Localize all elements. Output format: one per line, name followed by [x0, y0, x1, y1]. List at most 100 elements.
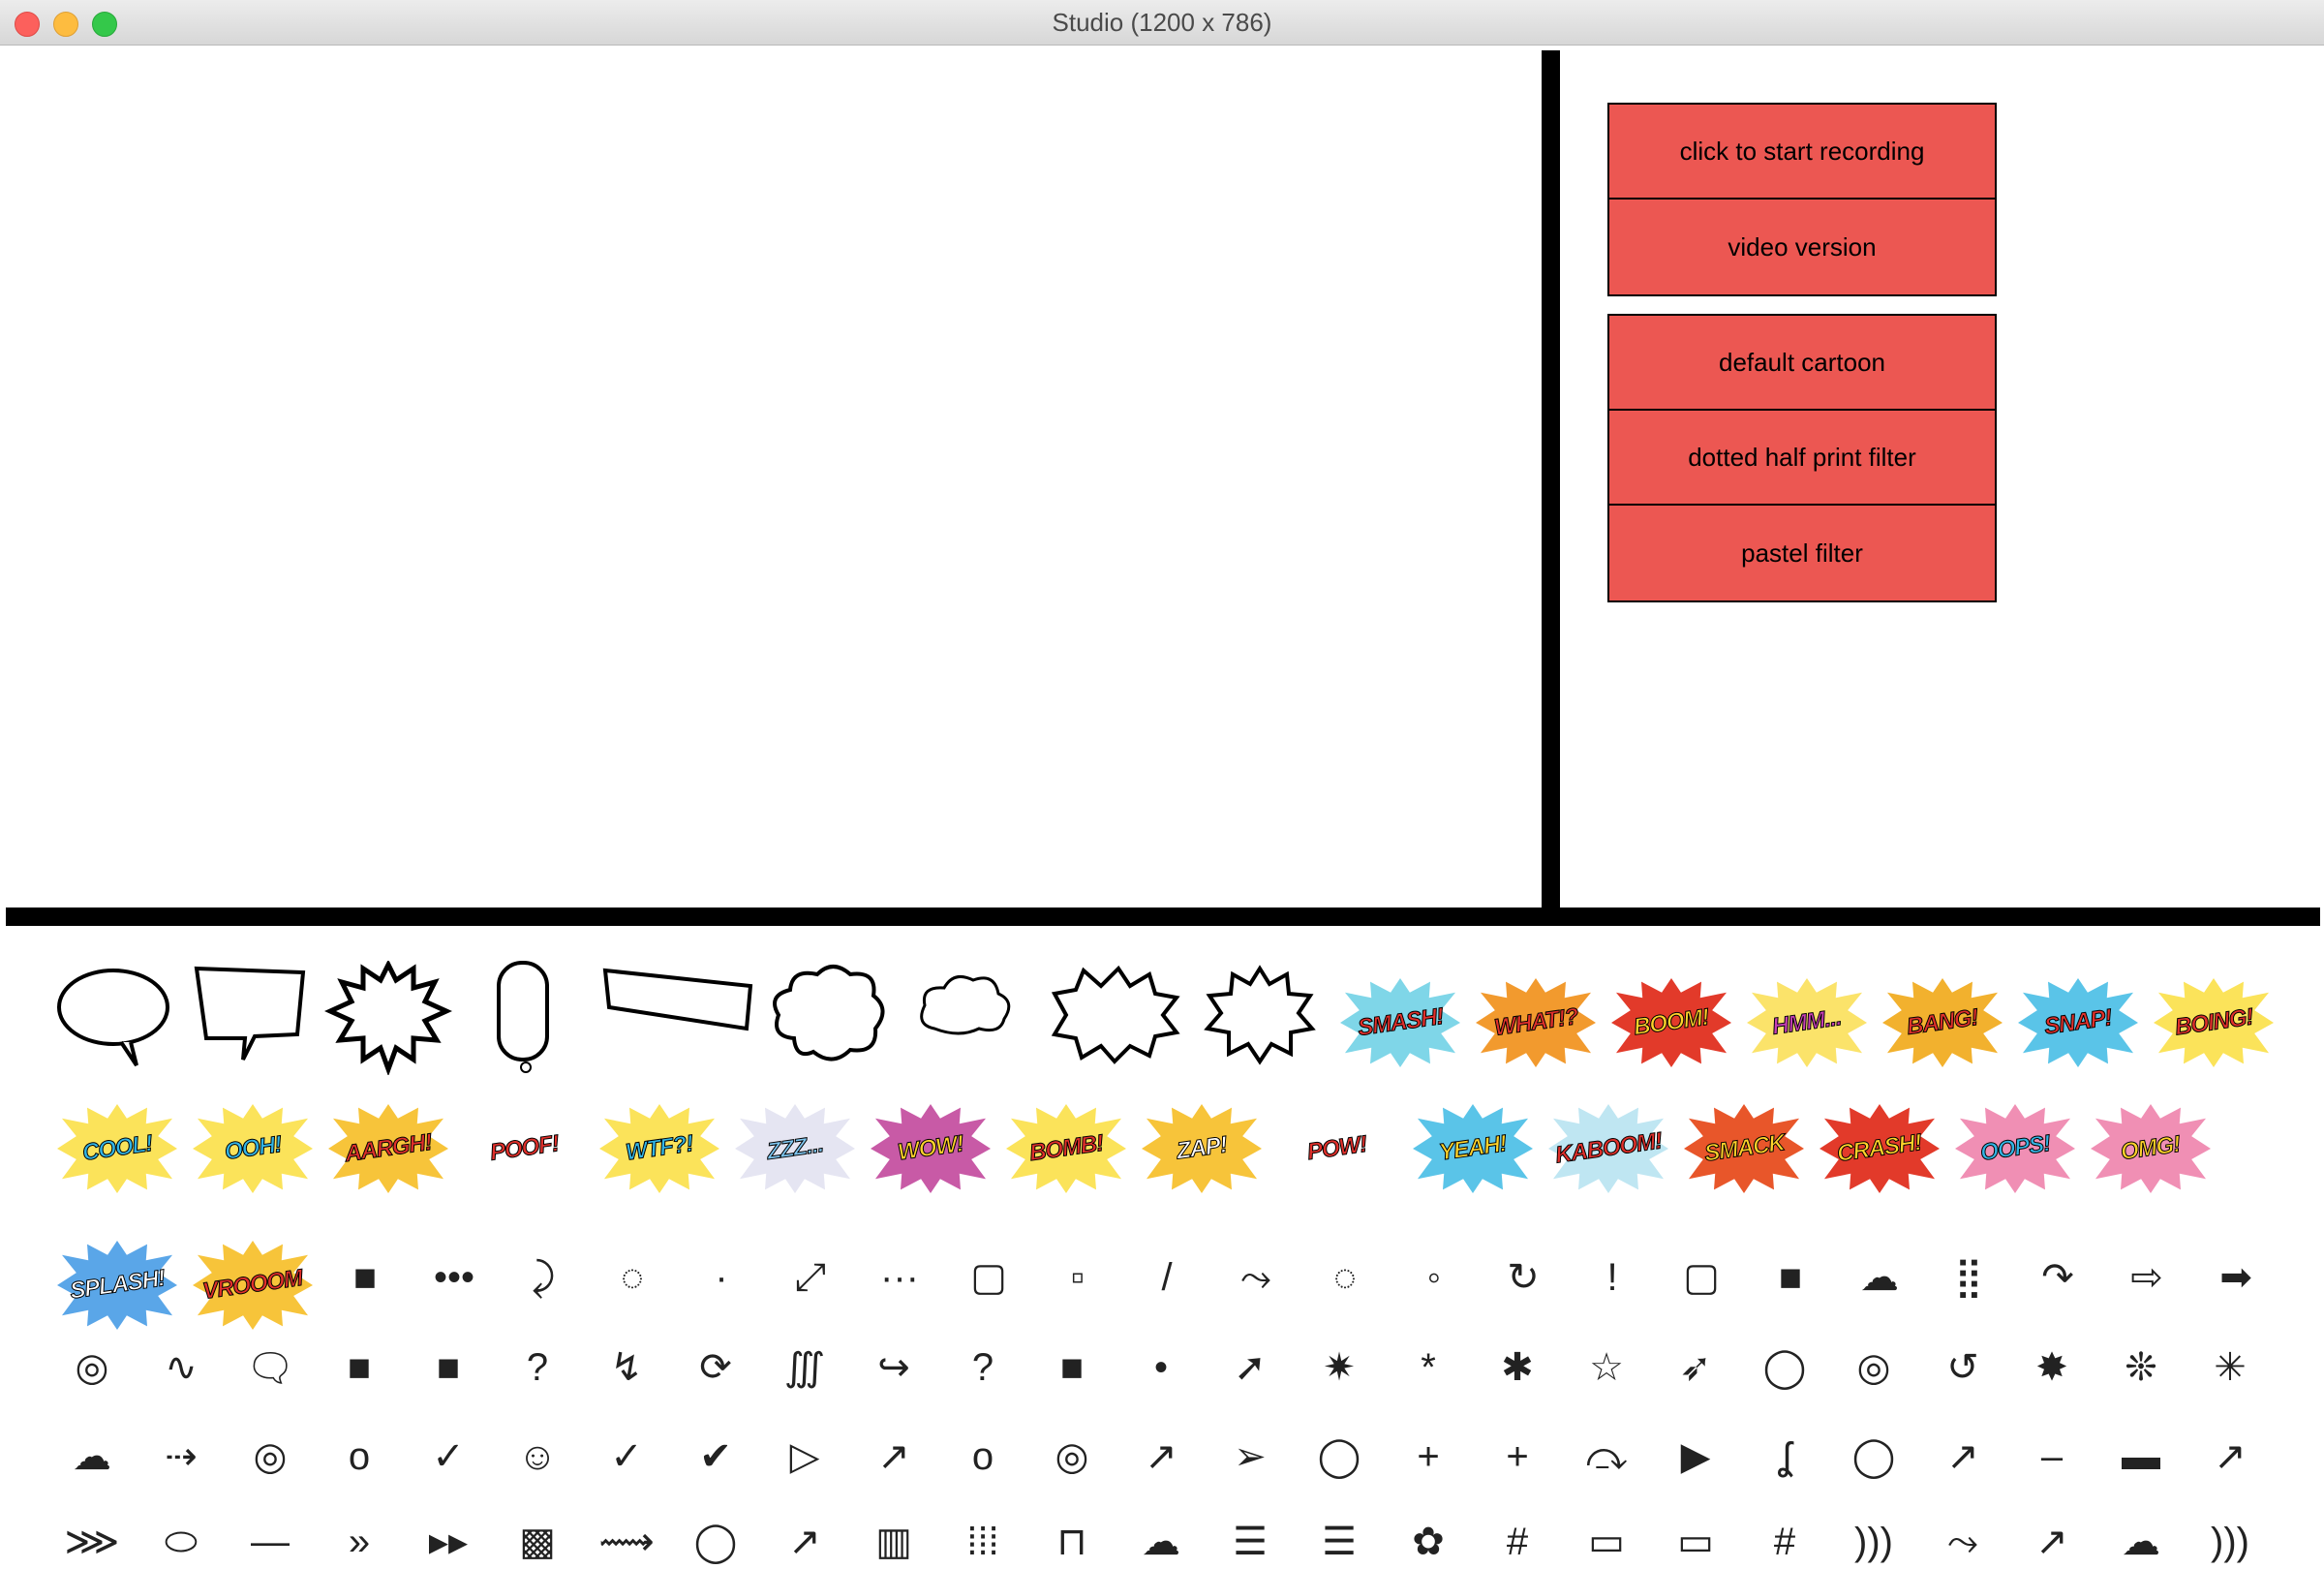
star-burst-icon[interactable]	[1196, 961, 1324, 1075]
brush-ring-icon[interactable]: ◯	[685, 1511, 747, 1569]
mini-bubble-icon[interactable]: 🗨	[239, 1337, 301, 1399]
bold-ring-icon[interactable]: ◯	[1843, 1426, 1905, 1488]
dots-icon[interactable]: •••	[423, 1246, 485, 1308]
sticker-oops[interactable]: OOPS!	[1951, 1100, 2079, 1197]
default-cartoon-button[interactable]: default cartoon	[1609, 316, 1995, 411]
sticker-ooh[interactable]: OOH!	[189, 1100, 317, 1197]
line-stroke-icon[interactable]: —	[239, 1511, 301, 1569]
tiny-dot-icon[interactable]: ·	[690, 1246, 752, 1308]
small-circle-icon[interactable]: ◦	[1403, 1246, 1465, 1308]
block-icon[interactable]: ■	[1041, 1337, 1103, 1399]
sticker-crash[interactable]: CRASH!	[1816, 1100, 1943, 1197]
sticker-poof[interactable]: POOF!	[460, 1100, 588, 1197]
swoosh-icon[interactable]: ⤼	[1575, 1426, 1637, 1488]
target-icon[interactable]: ◎	[1041, 1426, 1103, 1488]
long-arrow-icon[interactable]: ➚	[1219, 1337, 1281, 1399]
sticker-what[interactable]: WHAT!?	[1472, 974, 1600, 1071]
filled-arrow-icon[interactable]: ➡	[2205, 1246, 2267, 1308]
sticker-bang[interactable]: BANG!	[1879, 974, 2006, 1071]
box-caption-icon[interactable]	[596, 961, 760, 1075]
ring-icon[interactable]: ◯	[1754, 1337, 1816, 1399]
pastel-filter-button[interactable]: pastel filter	[1609, 506, 1995, 600]
sticker-boom[interactable]: BOOM!	[1607, 974, 1735, 1071]
speech-bubble-icon[interactable]	[53, 961, 181, 1075]
question-thin-icon[interactable]: ?	[506, 1337, 568, 1399]
cloud-icon[interactable]: ☁	[1849, 1246, 1911, 1308]
squiggle-lines-icon[interactable]: ∭	[774, 1337, 836, 1399]
undo-arrow-icon[interactable]: ↺	[1932, 1337, 1994, 1399]
sticker-smack[interactable]: SMACK	[1680, 1100, 1808, 1197]
text-lines-icon[interactable]: ☰	[1308, 1511, 1370, 1569]
sticker-omg[interactable]: OMG!	[2087, 1100, 2215, 1197]
slash-icon[interactable]: /	[1136, 1246, 1198, 1308]
plus-thin-icon[interactable]: +	[1486, 1426, 1548, 1488]
ellipse-outline-icon[interactable]: ⬭	[150, 1511, 212, 1569]
hook-icon[interactable]: ʆ	[1754, 1426, 1816, 1488]
dotted-circle-icon[interactable]: ◌	[601, 1246, 663, 1308]
sticker-snap[interactable]: SNAP!	[2014, 974, 2142, 1071]
cycle-arrows-icon[interactable]: ⟳	[685, 1337, 747, 1399]
smiley-icon[interactable]: ☺	[506, 1426, 568, 1488]
chevrons-icon[interactable]: ⋙	[61, 1511, 123, 1569]
bar-icon[interactable]: ▬	[2110, 1426, 2172, 1488]
speech-bubble-jagged-icon[interactable]	[189, 961, 317, 1075]
small-square-icon[interactable]: ▫	[1047, 1246, 1109, 1308]
video-canvas[interactable]	[0, 46, 1540, 908]
wave-icon[interactable]: ∿	[150, 1337, 212, 1399]
tall-bubble-icon[interactable]	[460, 961, 588, 1075]
sticker-zap[interactable]: ZAP!	[1138, 1100, 1266, 1197]
dashed-arrow-icon[interactable]: ⇢	[150, 1426, 212, 1488]
question-bold-icon[interactable]: ?	[952, 1337, 1014, 1399]
sound-waves-icon[interactable]: )))	[1843, 1511, 1905, 1569]
loop-arrow-icon[interactable]: ↻	[1492, 1246, 1554, 1308]
dash-icon[interactable]: –	[2021, 1426, 2083, 1488]
dashed-circle-icon[interactable]: ◌	[1314, 1246, 1376, 1308]
sparkle-icon[interactable]: ❊	[2110, 1337, 2172, 1399]
barcode-icon[interactable]: ▥	[863, 1511, 925, 1569]
rect-outline-icon[interactable]: ▭	[1575, 1511, 1637, 1569]
asterisk-icon[interactable]: *	[1397, 1337, 1459, 1399]
radiate-icon[interactable]: ✳	[2199, 1337, 2261, 1399]
thin-arrow-icon[interactable]: ↗	[2199, 1426, 2261, 1488]
cloud-outline-icon[interactable]: ☁	[1130, 1511, 1192, 1569]
diagonal-arrow-icon[interactable]: ⤢	[780, 1246, 841, 1308]
splat-icon[interactable]: ✱	[1486, 1337, 1548, 1399]
sticker-wtf[interactable]: WTF?!	[596, 1100, 723, 1197]
lines-icon[interactable]: ☰	[1219, 1511, 1281, 1569]
rain-cloud-icon[interactable]: ☁	[2110, 1511, 2172, 1569]
sticker-hmm[interactable]: HMM...	[1743, 974, 1871, 1071]
sticker-zzz[interactable]: ZZZ...	[731, 1100, 859, 1197]
zigzag-arrow-icon[interactable]: ↯	[596, 1337, 657, 1399]
scribble-square-icon[interactable]: ■	[334, 1246, 396, 1308]
square-outline-icon[interactable]: ▢	[958, 1246, 1020, 1308]
double-ring-icon[interactable]: ◎	[1843, 1337, 1905, 1399]
sticker-splash[interactable]: SPLASH!	[53, 1237, 181, 1334]
zigzag-line-icon[interactable]: ⤳	[1932, 1511, 1994, 1569]
spiral-icon[interactable]: ◎	[61, 1337, 123, 1399]
play-filled-icon[interactable]: ▶	[1665, 1426, 1727, 1488]
start-recording-button[interactable]: click to start recording	[1609, 105, 1995, 200]
curve-arrow-icon[interactable]: ⤸	[512, 1246, 574, 1308]
cursor-arrow-icon[interactable]: ➢	[1219, 1426, 1281, 1488]
sticker-yeah[interactable]: YEAH!	[1409, 1100, 1537, 1197]
curl-arrow-icon[interactable]: ↗	[863, 1426, 925, 1488]
squiggle-arrow-icon[interactable]: ⤳	[1225, 1246, 1287, 1308]
sticker-pow[interactable]: POW!	[1273, 1100, 1401, 1197]
sticker-vrooom[interactable]: VROOOM	[189, 1237, 317, 1334]
star-icon[interactable]: ☆	[1575, 1337, 1637, 1399]
dot-icon[interactable]: •	[1130, 1337, 1192, 1399]
play-outline-icon[interactable]: ▷	[774, 1426, 836, 1488]
sticker-boing[interactable]: BOING!	[2150, 974, 2278, 1071]
hook-arrow-icon[interactable]: ↪	[863, 1337, 925, 1399]
feather-arrow-icon[interactable]: ➶	[1665, 1337, 1727, 1399]
flower-icon[interactable]: ✿	[1397, 1511, 1459, 1569]
outline-arrow-icon[interactable]: ⇨	[2116, 1246, 2178, 1308]
check-arrow-icon[interactable]: ✓	[417, 1426, 479, 1488]
burst-outline-icon[interactable]: ✸	[2021, 1337, 2083, 1399]
sticker-kaboom[interactable]: KABOOM!	[1544, 1100, 1672, 1197]
slim-arrow-icon[interactable]: ↗	[1932, 1426, 1994, 1488]
plus-bold-icon[interactable]: +	[1397, 1426, 1459, 1488]
scribble-oval-icon[interactable]: ◯	[1308, 1426, 1370, 1488]
small-cloud-icon[interactable]	[905, 961, 1033, 1075]
arrow-up-right-icon[interactable]: ↗	[2021, 1511, 2083, 1569]
